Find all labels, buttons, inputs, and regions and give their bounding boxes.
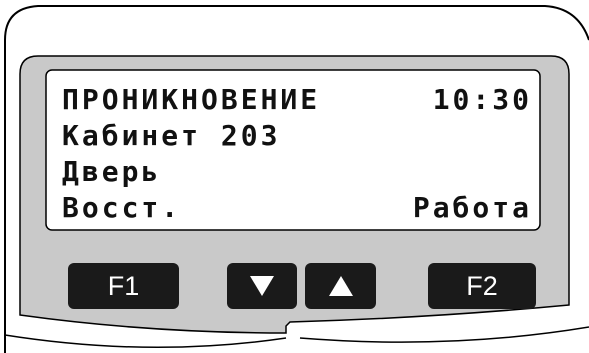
f2-button[interactable]: F2 (428, 263, 536, 309)
down-button[interactable] (227, 263, 297, 309)
lcd-line-4: Восст. Работа (62, 190, 532, 226)
up-button[interactable] (305, 263, 376, 309)
location-text: Кабинет 203 (62, 119, 281, 152)
triangle-up-icon (328, 276, 353, 296)
lcd-text-area: ПРОНИКНОВЕНИЕ 10:30 Кабинет 203 Дверь Во… (62, 82, 532, 226)
f2-label: F2 (466, 270, 498, 301)
softkey-left-label: Восст. (62, 191, 182, 224)
lcd-line-3: Дверь (62, 154, 532, 190)
f1-button[interactable]: F1 (68, 263, 179, 309)
lcd-line-1: ПРОНИКНОВЕНИЕ 10:30 (62, 82, 532, 118)
zone-text: Дверь (62, 155, 162, 188)
time-text: 10:30 (432, 83, 532, 116)
triangle-down-icon (250, 276, 274, 296)
lcd-line-2: Кабинет 203 (62, 118, 532, 154)
softkey-right-label: Работа (412, 191, 532, 224)
f1-label: F1 (107, 270, 140, 301)
alarm-type-text: ПРОНИКНОВЕНИЕ (62, 83, 321, 116)
